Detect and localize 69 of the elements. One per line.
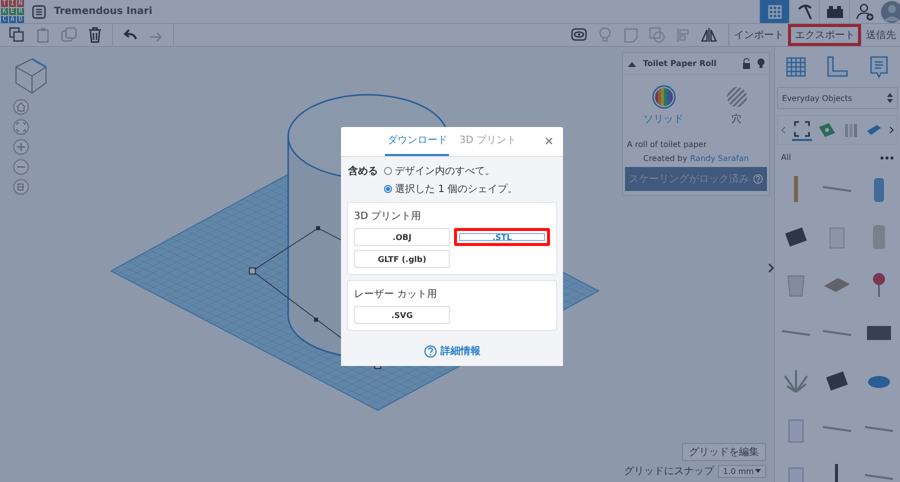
export-bar-button[interactable]: エクスポート — [788, 24, 861, 46]
edit-grid-button[interactable]: グリッドを編集 — [682, 443, 766, 461]
export-bar-button[interactable]: 送信先 — [861, 24, 900, 46]
caret-icon — [755, 469, 761, 473]
workplane-icon[interactable] — [784, 55, 808, 79]
mode-option[interactable]: ソリッド — [644, 85, 684, 126]
chevron-right-icon[interactable] — [768, 263, 774, 273]
paste-icon[interactable] — [35, 27, 51, 43]
snap-label: グリッドにスナップ — [624, 464, 714, 478]
color-swatch-icon — [652, 85, 676, 109]
pickaxe-icon — [796, 2, 814, 20]
hole-swatch-icon — [724, 85, 748, 109]
mode-option[interactable]: 穴 — [724, 85, 748, 126]
grid-view-button[interactable] — [759, 0, 789, 23]
collapse-icon[interactable] — [627, 60, 637, 68]
section-title: レーザー カット用 — [354, 288, 438, 301]
note-icon[interactable] — [623, 27, 639, 43]
include-label: 含める — [348, 164, 378, 179]
add-user-icon — [856, 2, 874, 20]
radio-button[interactable] — [384, 167, 392, 175]
copy-icon[interactable] — [9, 27, 25, 43]
chevron-right-icon[interactable] — [888, 126, 894, 134]
creator-link[interactable]: Randy Sarafan — [690, 154, 749, 163]
ruler-icon[interactable] — [825, 55, 850, 79]
creator-label: Created by — [643, 154, 688, 163]
block-icon[interactable] — [864, 123, 883, 137]
circuit-board-icon[interactable] — [818, 122, 836, 138]
trash-icon[interactable] — [87, 27, 103, 43]
design-title[interactable]: Tremendous Inari — [54, 6, 152, 17]
shape-description: A roll of toilet paper — [626, 139, 708, 151]
more-info-link[interactable]: 詳細情報 — [440, 344, 480, 358]
radio-option[interactable]: デザイン内のすべて。 — [384, 164, 518, 178]
help-icon[interactable] — [753, 172, 763, 186]
fit-view-icon[interactable] — [13, 119, 29, 135]
format-button[interactable]: .STL — [454, 228, 550, 246]
light-bulb-icon[interactable] — [757, 58, 765, 69]
format-button[interactable]: .OBJ — [354, 228, 450, 246]
filter-label: All — [781, 153, 791, 162]
avatar-icon[interactable] — [880, 0, 900, 22]
columns-icon[interactable] — [842, 122, 859, 138]
zoom-out-icon[interactable] — [13, 159, 29, 175]
dialog-tab[interactable]: 3D プリント — [457, 127, 519, 156]
lock-icon[interactable] — [742, 58, 751, 69]
section-title: 3D プリント用 — [354, 210, 422, 223]
group-icon[interactable] — [649, 27, 665, 43]
list-icon[interactable] — [32, 4, 46, 18]
help-icon[interactable] — [424, 344, 436, 358]
frame-icon[interactable] — [792, 119, 812, 141]
perspective-icon[interactable] — [13, 179, 29, 195]
zoom-in-icon[interactable] — [13, 139, 29, 155]
format-button[interactable]: .SVG — [354, 306, 450, 324]
eye-icon[interactable] — [571, 27, 587, 43]
more-icon[interactable] — [880, 156, 894, 160]
up-down-caret-icon — [887, 93, 893, 103]
brick-icon — [826, 4, 844, 18]
home-icon[interactable] — [13, 99, 29, 115]
chevron-left-icon[interactable] — [781, 126, 786, 134]
mirror-icon[interactable] — [701, 27, 717, 43]
shape-name: Toilet Paper Roll — [643, 59, 718, 68]
grid-icon — [766, 4, 782, 20]
radio-option[interactable]: 選択した 1 個のシェイプ。 — [384, 182, 518, 196]
format-button[interactable]: GLTF (.glb) — [354, 250, 450, 268]
category-dropdown[interactable]: Everyday Objects — [777, 87, 898, 109]
close-icon[interactable] — [545, 137, 553, 145]
export-bar-button[interactable]: インポート — [729, 24, 788, 46]
align-icon[interactable] — [675, 27, 691, 43]
snap-dropdown[interactable]: 1.0 mm — [718, 464, 766, 478]
duplicate-icon[interactable] — [61, 27, 77, 43]
radio-button[interactable] — [384, 185, 392, 193]
